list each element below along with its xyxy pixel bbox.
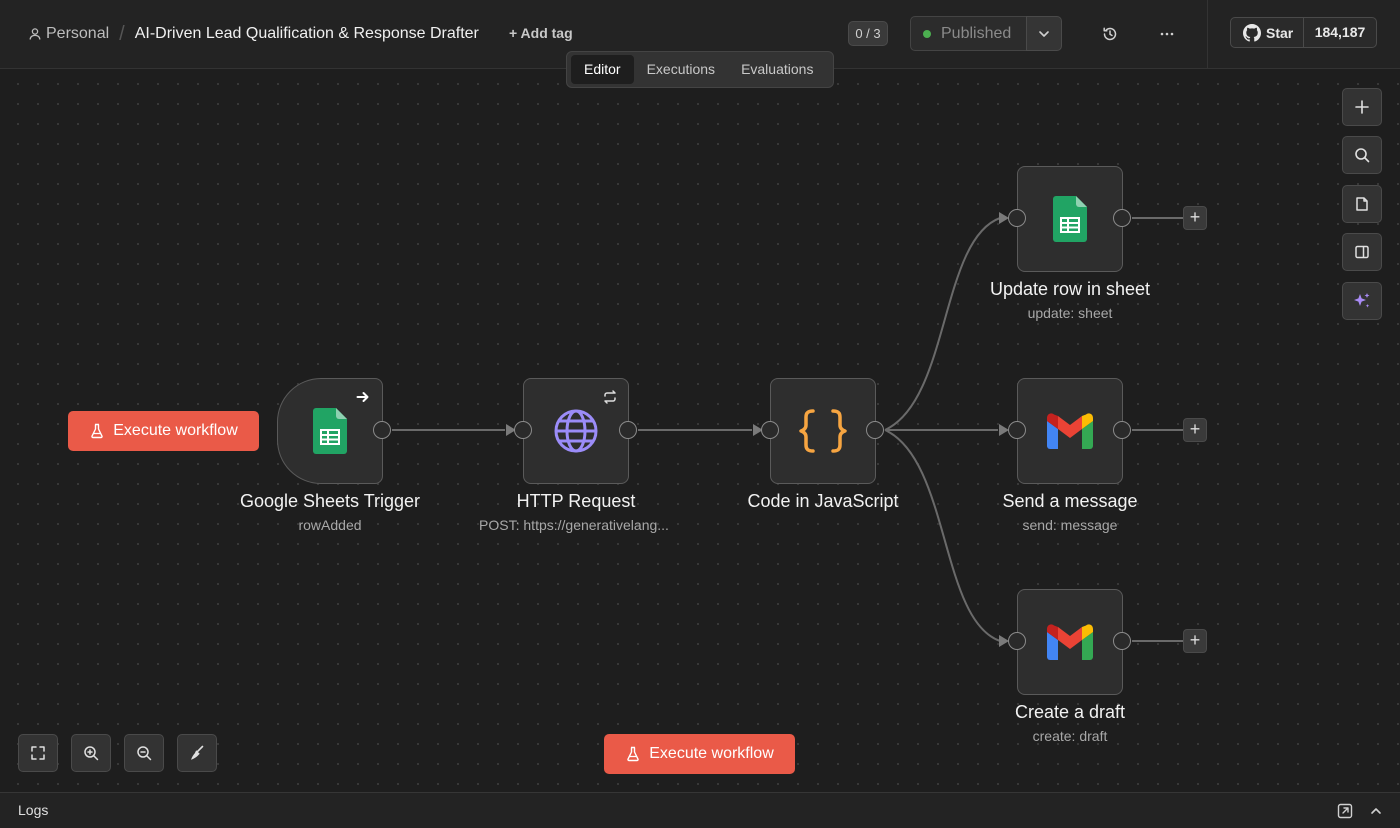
publish-status-label: Published — [941, 24, 1012, 42]
node-code-javascript[interactable] — [770, 378, 876, 484]
tab-evaluations[interactable]: Evaluations — [728, 55, 826, 84]
github-star-label: Star — [1266, 24, 1294, 41]
input-handle-draft[interactable] — [1008, 632, 1026, 650]
more-horizontal-icon — [1160, 32, 1174, 36]
header-divider — [1207, 0, 1208, 69]
zoom-in-button[interactable] — [71, 734, 111, 772]
toggle-panel-button[interactable] — [1342, 233, 1382, 271]
node-title-http: HTTP Request — [516, 491, 636, 511]
github-star-button[interactable]: Star — [1230, 17, 1304, 48]
input-handle-http[interactable] — [514, 421, 532, 439]
history-icon — [1103, 27, 1117, 41]
output-handle-send[interactable] — [1113, 421, 1131, 439]
logs-bar[interactable]: Logs — [0, 792, 1400, 828]
node-update-row-in-sheet[interactable] — [1017, 166, 1123, 272]
github-star-count[interactable]: 184,187 — [1303, 17, 1377, 48]
output-handle-trigger[interactable] — [373, 421, 391, 439]
user-icon — [29, 28, 41, 40]
trigger-arrow-icon — [356, 392, 369, 402]
fit-view-button[interactable] — [18, 734, 58, 772]
output-handle-draft[interactable] — [1113, 632, 1131, 650]
breadcrumb-workspace[interactable]: Personal — [46, 25, 109, 43]
globe-icon — [554, 409, 598, 453]
node-subtitle-draft: create: draft — [1032, 728, 1108, 744]
output-handle-update[interactable] — [1113, 209, 1131, 227]
add-node-after-draft-button[interactable]: + — [1183, 629, 1207, 653]
add-node-after-send-button[interactable]: + — [1183, 418, 1207, 442]
chevron-down-icon — [1039, 30, 1049, 37]
tidy-up-button[interactable] — [177, 734, 217, 772]
add-node-after-update-button[interactable]: + — [1183, 206, 1207, 230]
panel-icon — [1355, 245, 1369, 259]
breadcrumb-separator: / — [119, 22, 125, 45]
zoom-out-button[interactable] — [124, 734, 164, 772]
node-create-a-draft[interactable] — [1017, 589, 1123, 695]
fullscreen-icon — [31, 746, 45, 760]
publish-status-button[interactable]: Published — [910, 16, 1027, 51]
add-node-button[interactable] — [1342, 88, 1382, 126]
input-handle-update[interactable] — [1008, 209, 1026, 227]
node-subtitle-update: update: sheet — [1027, 305, 1113, 321]
code-braces-icon — [799, 409, 847, 453]
execute-workflow-button[interactable]: Execute workflow — [604, 734, 795, 774]
zoom-in-icon — [84, 746, 99, 761]
status-dot-icon — [923, 29, 931, 38]
execution-counter[interactable]: 0 / 3 — [848, 21, 888, 46]
node-title-trigger: Google Sheets Trigger — [239, 491, 421, 511]
gmail-icon — [1047, 413, 1093, 449]
execute-workflow-label: Execute workflow — [113, 422, 238, 439]
flask-icon — [627, 746, 639, 762]
sticky-note-icon — [1356, 197, 1368, 211]
sparkles-icon — [1354, 293, 1370, 308]
output-handle-http[interactable] — [619, 421, 637, 439]
workflow-title[interactable]: AI-Driven Lead Qualification & Response … — [135, 25, 479, 43]
tab-editor[interactable]: Editor — [571, 55, 634, 84]
add-tag-button[interactable]: + Add tag — [509, 25, 573, 41]
execute-workflow-label: Execute workflow — [649, 745, 774, 762]
node-title-update: Update row in sheet — [989, 279, 1151, 299]
node-send-a-message[interactable] — [1017, 378, 1123, 484]
view-tabs: Editor Executions Evaluations — [566, 51, 834, 88]
search-nodes-button[interactable] — [1342, 136, 1382, 174]
node-title-send: Send a message — [1002, 491, 1138, 511]
flask-icon — [91, 423, 103, 439]
google-sheets-icon — [313, 408, 347, 454]
input-handle-code[interactable] — [761, 421, 779, 439]
search-icon — [1355, 148, 1370, 163]
logs-label: Logs — [18, 802, 49, 818]
node-subtitle-send: send: message — [1022, 517, 1118, 533]
node-title-draft: Create a draft — [1014, 702, 1126, 722]
tab-executions[interactable]: Executions — [634, 55, 728, 84]
loop-icon — [604, 390, 616, 404]
node-title-code: Code in JavaScript — [747, 491, 899, 511]
node-subtitle-trigger: rowAdded — [298, 517, 362, 533]
breadcrumb: Personal / AI-Driven Lead Qualification … — [28, 22, 479, 46]
output-handle-code[interactable] — [866, 421, 884, 439]
chevron-up-icon[interactable] — [1367, 802, 1385, 820]
sticky-note-button[interactable] — [1342, 185, 1382, 223]
ai-assistant-button[interactable] — [1342, 282, 1382, 320]
app-root: Personal / AI-Driven Lead Qualification … — [0, 0, 1400, 828]
node-subtitle-http: POST: https://generativelang... — [479, 517, 669, 533]
input-handle-send[interactable] — [1008, 421, 1026, 439]
github-icon — [1243, 23, 1261, 42]
more-options-button[interactable] — [1155, 22, 1179, 46]
plus-icon — [1355, 100, 1369, 114]
publish-dropdown-button[interactable] — [1026, 16, 1062, 51]
pop-out-icon[interactable] — [1336, 802, 1354, 820]
zoom-out-icon — [137, 746, 152, 761]
execute-workflow-button-trigger[interactable]: Execute workflow — [68, 411, 259, 451]
google-sheets-icon — [1053, 196, 1087, 242]
gmail-icon — [1047, 624, 1093, 660]
history-button[interactable] — [1098, 22, 1122, 46]
broom-icon — [191, 745, 204, 760]
